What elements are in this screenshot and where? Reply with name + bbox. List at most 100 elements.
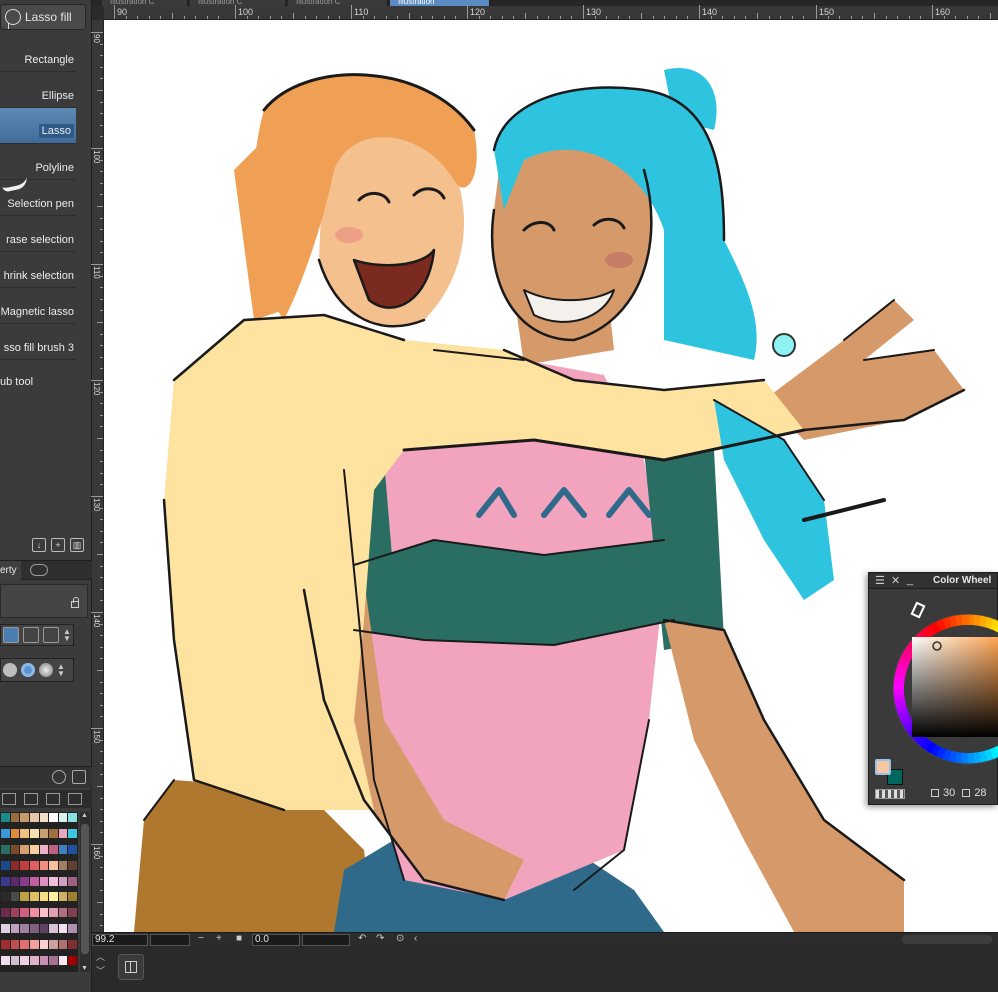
- sub-tool-lasso-fill-brush[interactable]: sso fill brush 3: [0, 324, 76, 360]
- palette-swatch[interactable]: [29, 876, 39, 886]
- aa-strong-icon[interactable]: [39, 663, 53, 677]
- palette-swatch[interactable]: [10, 940, 20, 950]
- palette-swatch[interactable]: [58, 924, 68, 934]
- chevron-down-icon[interactable]: ▼: [81, 965, 88, 972]
- close-icon[interactable]: ✕: [891, 574, 900, 587]
- palette-swatch[interactable]: [58, 940, 68, 950]
- palette-swatch[interactable]: [10, 844, 20, 854]
- palette-swatch[interactable]: [20, 940, 29, 950]
- sub-tool-magnetic-lasso[interactable]: Magnetic lasso: [0, 288, 76, 324]
- intersect-selection-mode-icon[interactable]: [43, 627, 59, 643]
- palette-swatch[interactable]: [20, 860, 29, 870]
- palette-swatch[interactable]: [39, 813, 49, 822]
- sub-tool-list-item[interactable]: ub tool: [0, 364, 76, 394]
- palette-swatch[interactable]: [68, 924, 77, 934]
- palette-swatch[interactable]: [1, 892, 10, 902]
- main-color-swatch[interactable]: [875, 759, 891, 775]
- palette-swatch[interactable]: [49, 876, 58, 886]
- drawing-canvas[interactable]: [104, 20, 998, 932]
- palette-swatch[interactable]: [29, 924, 39, 934]
- palette-swatch[interactable]: [10, 924, 20, 934]
- palette-swatch[interactable]: [58, 813, 68, 822]
- palette-swatch[interactable]: [68, 940, 77, 950]
- palette-swatch[interactable]: [20, 908, 29, 918]
- palette-swatch[interactable]: [39, 940, 49, 950]
- palette-swatch[interactable]: [49, 860, 58, 870]
- palette-swatch[interactable]: [1, 908, 10, 918]
- palette-swatch[interactable]: [49, 940, 58, 950]
- palette-swatch[interactable]: [1, 940, 10, 950]
- sub-tool-polyline[interactable]: Polyline: [0, 144, 76, 180]
- aa-stepper-icon[interactable]: ▲ ▼: [57, 663, 65, 678]
- palette-swatch[interactable]: [39, 908, 49, 918]
- zoom-out-icon[interactable]: −: [198, 933, 204, 944]
- palette-swatch[interactable]: [68, 813, 77, 822]
- palette-swatch[interactable]: [68, 828, 77, 838]
- palette-tab-icon[interactable]: [24, 793, 38, 805]
- rotation-slider[interactable]: [302, 934, 350, 946]
- palette-swatch[interactable]: [10, 828, 20, 838]
- trash-icon[interactable]: ▥: [70, 538, 84, 552]
- horizontal-scrollbar[interactable]: [902, 935, 992, 944]
- current-tool-button[interactable]: Lasso fill: [0, 4, 86, 30]
- palette-swatch[interactable]: [20, 956, 29, 966]
- rotate-right-icon[interactable]: ↷: [376, 933, 384, 944]
- palette-swatch[interactable]: [39, 860, 49, 870]
- palette-swatch[interactable]: [39, 924, 49, 934]
- palette-swatch[interactable]: [39, 892, 49, 902]
- palette-swatch[interactable]: [1, 828, 10, 838]
- palette-swatch[interactable]: [20, 828, 29, 838]
- palette-swatch[interactable]: [29, 844, 39, 854]
- palette-swatch[interactable]: [1, 844, 10, 854]
- palette-swatch[interactable]: [29, 956, 39, 966]
- zoom-slider[interactable]: [150, 934, 190, 946]
- color-wheel-titlebar[interactable]: ☰ ✕ _ Color Wheel: [869, 573, 997, 589]
- chevron-left-icon[interactable]: ‹: [414, 933, 417, 944]
- palette-swatch[interactable]: [49, 956, 58, 966]
- fit-icon[interactable]: ■: [236, 933, 242, 944]
- copy-sub-tool-icon[interactable]: ↓: [32, 538, 46, 552]
- palette-swatch[interactable]: [58, 956, 68, 966]
- palette-swatch[interactable]: [58, 908, 68, 918]
- palette-swatch[interactable]: [10, 956, 20, 966]
- palette-swatch[interactable]: [58, 860, 68, 870]
- palette-swatch[interactable]: [20, 892, 29, 902]
- palette-swatch[interactable]: [20, 813, 29, 822]
- rotate-left-icon[interactable]: ↶: [358, 933, 366, 944]
- zoom-field[interactable]: 99.2: [92, 934, 148, 946]
- palette-swatch[interactable]: [29, 892, 39, 902]
- chevron-up-icon[interactable]: ▲: [81, 812, 88, 819]
- scroll-thumb[interactable]: [81, 824, 89, 954]
- palette-swatch[interactable]: [1, 924, 10, 934]
- palette-swatch[interactable]: [49, 813, 58, 822]
- settings-dial-icon[interactable]: [52, 770, 66, 784]
- palette-swatch[interactable]: [1, 813, 10, 822]
- palette-swatch[interactable]: [20, 924, 29, 934]
- palette-swatch[interactable]: [68, 860, 77, 870]
- palette-swatch[interactable]: [49, 892, 58, 902]
- color-set-palette[interactable]: [0, 812, 78, 972]
- palette-swatch[interactable]: [49, 844, 58, 854]
- palette-swatch[interactable]: [58, 892, 68, 902]
- add-selection-mode-icon[interactable]: [3, 627, 19, 643]
- zoom-in-icon[interactable]: +: [216, 933, 222, 944]
- palette-swatch[interactable]: [39, 876, 49, 886]
- palette-swatch[interactable]: [1, 860, 10, 870]
- palette-swatch[interactable]: [68, 876, 77, 886]
- palette-swatch[interactable]: [10, 892, 20, 902]
- palette-swatch[interactable]: [39, 956, 49, 966]
- palette-swatch[interactable]: [20, 844, 29, 854]
- palette-swatch[interactable]: [68, 892, 77, 902]
- rotation-field[interactable]: 0.0: [252, 934, 300, 946]
- palette-tab-icon[interactable]: [2, 793, 16, 805]
- palette-swatch[interactable]: [68, 844, 77, 854]
- palette-swatch[interactable]: [29, 908, 39, 918]
- palette-swatch[interactable]: [49, 908, 58, 918]
- lock-icon[interactable]: [71, 597, 79, 608]
- tool-property-tab[interactable]: erty: [0, 560, 92, 580]
- palette-swatch[interactable]: [10, 813, 20, 822]
- palette-swatch[interactable]: [49, 828, 58, 838]
- minimize-icon[interactable]: _: [907, 574, 913, 586]
- menu-icon[interactable]: ☰: [875, 574, 885, 587]
- palette-swatch[interactable]: [29, 813, 39, 822]
